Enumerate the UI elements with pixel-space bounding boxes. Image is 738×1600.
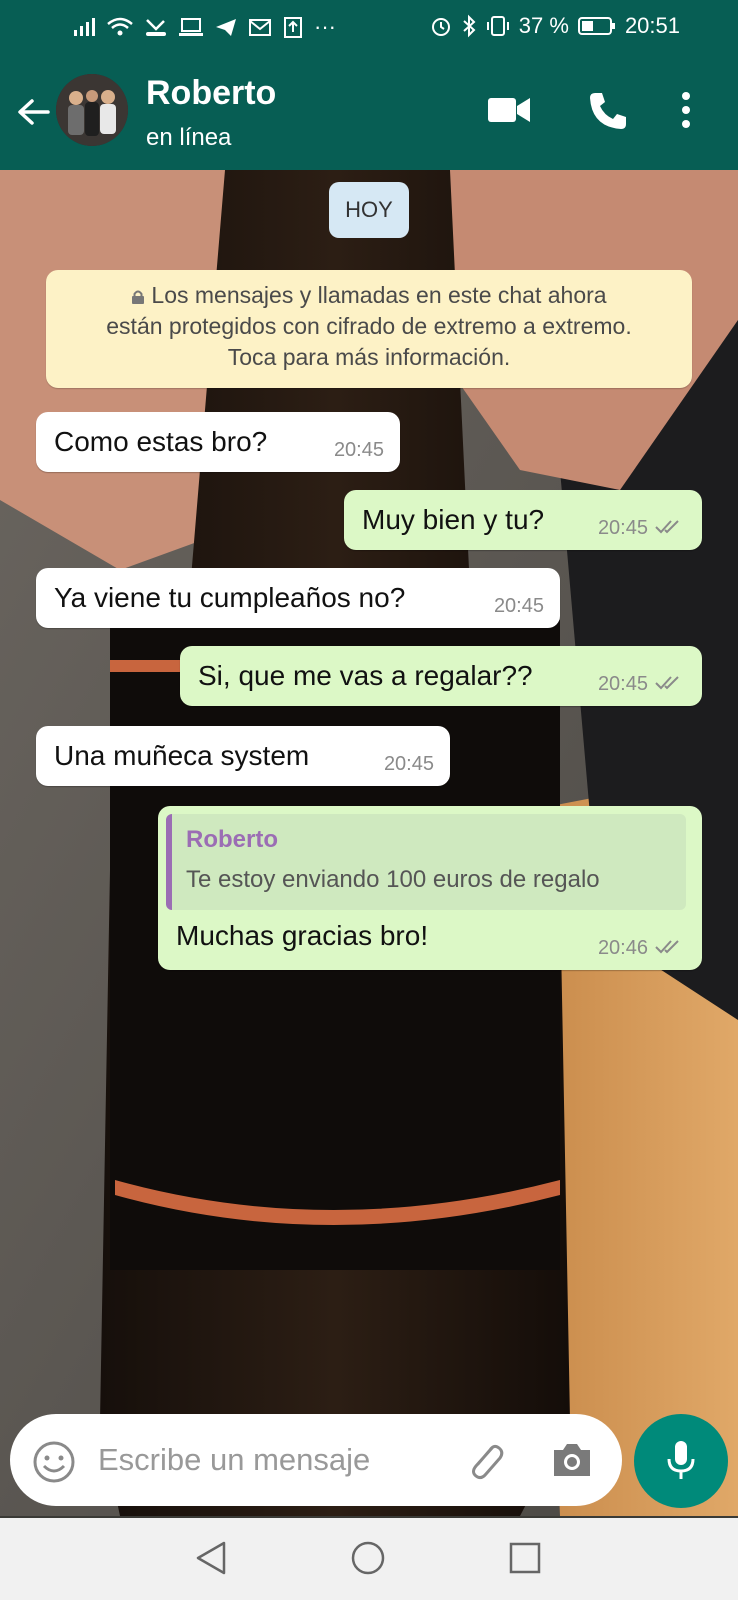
camera-icon[interactable] [550,1440,594,1480]
chat-header: Roberto en línea [0,54,738,170]
read-ticks-icon [655,520,679,534]
message-incoming[interactable]: Ya viene tu cumpleaños no? 20:45 [36,568,560,628]
message-outgoing[interactable]: Si, que me vas a regalar?? 20:45 [180,646,702,706]
nav-recents-icon[interactable] [508,1540,542,1576]
clock: 20:51 [624,13,680,38]
message-time: 20:45 [493,595,544,617]
wifi-icon [107,17,133,36]
encryption-notice-line: están protegidos con cifrado de extremo … [106,313,632,339]
message-text: Si, que me vas a regalar?? [198,660,533,691]
quoted-message[interactable]: Roberto Te estoy enviando 100 euros de r… [166,814,686,910]
lock-icon [132,290,145,304]
status-left-icons: ··· [72,14,336,40]
emoji-icon[interactable] [32,1440,76,1484]
bluetooth-icon [463,14,476,38]
message-time: 20:46 [597,937,648,959]
message-time-wrap: 20:45 [598,517,686,540]
message-incoming[interactable]: Una muñeca system 20:45 [36,726,450,786]
message-time: 20:45 [597,517,648,539]
back-arrow-icon[interactable] [14,92,54,132]
encryption-notice-line: Los mensajes y llamadas en este chat aho… [46,280,692,311]
mail-icon [249,19,271,36]
more-vert-icon[interactable] [680,90,692,130]
contact-status: en línea [146,124,232,151]
nav-back-icon[interactable] [194,1540,228,1576]
message-input[interactable]: Escribe un mensaje [98,1442,370,1478]
message-time: 20:45 [333,439,384,461]
message-time: 20:45 [383,753,434,775]
status-bar: ··· 37 % 20:51 [0,0,738,54]
quoted-text: Te estoy enviando 100 euros de regalo [186,866,600,893]
chat-area[interactable]: HOY Los mensajes y llamadas en este chat… [0,170,738,1516]
nav-home-icon[interactable] [350,1540,386,1576]
message-outgoing-reply[interactable]: Roberto Te estoy enviando 100 euros de r… [158,806,702,970]
message-time-wrap: 20:45 [598,673,686,696]
read-ticks-icon [655,676,679,690]
message-time: 20:45 [597,673,648,695]
read-ticks-icon [655,940,679,954]
contact-name[interactable]: Roberto [146,74,276,113]
battery-percent: 37 % [518,13,569,38]
encryption-notice-line: Toca para más información. [227,344,511,370]
message-composer[interactable]: Escribe un mensaje [10,1414,622,1506]
upload-icon [284,17,302,38]
message-text: Muy bien y tu? [362,504,545,535]
message-outgoing[interactable]: Muy bien y tu? 20:45 [344,490,702,550]
encryption-notice[interactable]: Los mensajes y llamadas en este chat aho… [46,270,692,388]
message-text: Muchas gracias bro! [176,920,429,951]
mic-button[interactable] [634,1414,728,1508]
message-text: Una muñeca system [54,740,310,771]
quoted-author: Roberto [186,826,278,853]
alarm-icon [431,18,450,36]
signal-icon [74,18,95,36]
video-call-icon[interactable] [486,90,532,130]
attach-icon[interactable] [462,1438,508,1484]
laptop-icon [179,18,203,36]
message-time-wrap: 20:46 [598,937,686,960]
message-text: Ya viene tu cumpleaños no? [54,582,406,613]
battery-icon [577,17,615,35]
phone-icon[interactable] [586,90,628,132]
avatar[interactable] [56,74,128,146]
date-chip: HOY [329,182,409,238]
missed-call-icon [146,19,166,36]
vibrate-icon [486,16,509,36]
mic-icon [667,1441,695,1479]
message-incoming[interactable]: Como estas bro? 20:45 [36,412,400,472]
more-notifications: ··· [314,14,336,39]
telegram-icon [216,19,236,36]
system-nav-bar [0,1518,738,1600]
message-text: Como estas bro? [54,426,268,457]
status-right-icons: 37 % 20:51 [429,13,680,39]
